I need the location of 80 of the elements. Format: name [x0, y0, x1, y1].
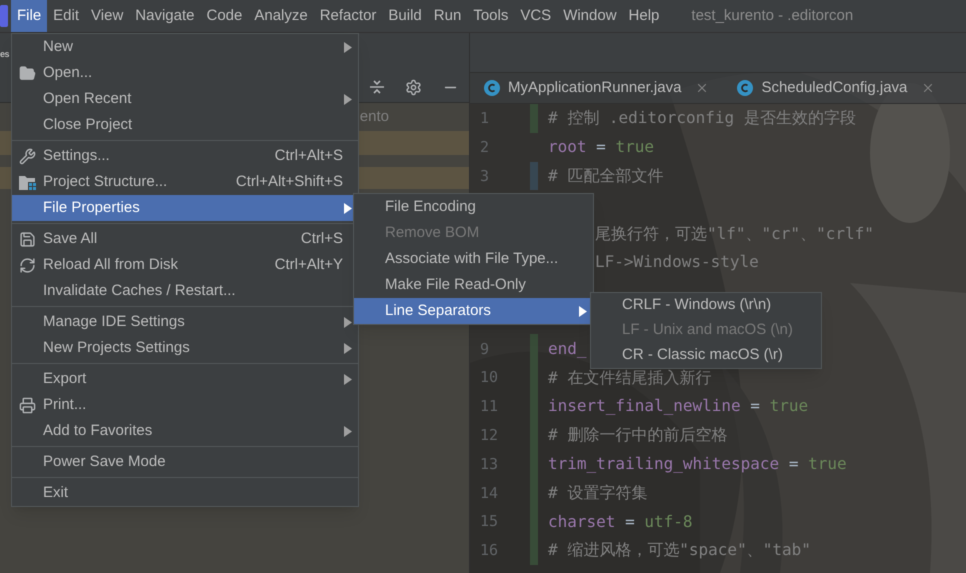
line-number: 11: [480, 396, 498, 418]
line-number: 15: [480, 511, 498, 532]
menu-item[interactable]: New Projects Settings: [12, 335, 358, 361]
menu-bar-item[interactable]: View: [85, 0, 130, 32]
tool-window-tab[interactable]: es: [0, 48, 10, 62]
menu-item[interactable]: CRLF - Windows (\r\n): [591, 293, 821, 318]
menu-bar-item[interactable]: Run: [428, 0, 468, 32]
settings-icon[interactable]: [405, 78, 422, 96]
submenu-arrow-icon: [344, 94, 352, 104]
line-number: 13: [480, 454, 498, 475]
menu-item[interactable]: Add to Favorites: [12, 418, 358, 444]
menu-item[interactable]: Make File Read-Only: [354, 272, 593, 298]
menu-bar-item[interactable]: File: [11, 0, 48, 32]
folder-icon: [19, 64, 36, 82]
menu-bar-item[interactable]: Build: [382, 0, 428, 32]
collapse-all-icon[interactable]: [369, 79, 385, 95]
editor-tab[interactable]: ScheduledConfig.java: [723, 73, 950, 103]
menu-item[interactable]: Export: [12, 366, 358, 392]
save-icon: [19, 230, 36, 248]
menu-item[interactable]: Associate with File Type...: [354, 246, 593, 272]
code-line: # 在文件结尾插入新行: [548, 366, 712, 389]
code-line: root = true: [548, 136, 654, 158]
code-line: # 匹配全部文件: [548, 164, 664, 187]
menu-item[interactable]: Exit: [12, 480, 358, 506]
line-number: 10: [480, 367, 498, 388]
class-icon: [737, 80, 754, 96]
tab-label: ScheduledConfig.java: [761, 78, 908, 98]
code-line: LF->Windows-style: [595, 251, 759, 274]
code-line: charset = utf-8: [548, 510, 693, 533]
shortcut: Ctrl+Alt+Y: [274, 254, 343, 275]
menu-bar-item[interactable]: Refactor: [314, 0, 382, 32]
wrench-icon: [19, 148, 36, 164]
menu-item[interactable]: Close Project: [12, 112, 358, 138]
menu-item[interactable]: Open Recent: [12, 86, 358, 112]
menu-bar-item[interactable]: Code: [200, 0, 248, 32]
menu-item[interactable]: Settings... Ctrl+Alt+S: [12, 143, 358, 169]
menu-item[interactable]: CR - Classic macOS (\r): [591, 343, 821, 368]
code-line: # 删除一行中的前后空格: [548, 424, 728, 446]
menu-bar-item[interactable]: Window: [557, 0, 623, 32]
line-number: 12: [480, 424, 498, 446]
submenu-arrow-icon: [344, 316, 352, 328]
submenu-arrow-icon: [344, 374, 352, 384]
menu-item[interactable]: New: [12, 34, 358, 60]
menu-item[interactable]: Open...: [12, 60, 358, 86]
tab-label: MyApplicationRunner.java: [508, 78, 682, 98]
submenu-arrow-icon: [344, 202, 352, 214]
menu-item[interactable]: Print...: [12, 392, 358, 418]
menu-bar-item[interactable]: Analyze: [248, 0, 314, 32]
printer-icon: [19, 396, 36, 414]
code-line: # 缩进风格，可选"space"、"tab": [548, 539, 811, 562]
app-logo-icon: [0, 5, 8, 27]
menu-bar-item[interactable]: Navigate: [129, 0, 200, 32]
submenu-arrow-icon: [344, 42, 352, 52]
menu-item[interactable]: Project Structure... Ctrl+Alt+Shift+S: [12, 169, 358, 195]
menu-bar-item[interactable]: VCS: [514, 0, 558, 32]
code-line: insert_final_newline = true: [548, 395, 808, 418]
tree-item-text: ento: [360, 106, 389, 127]
submenu-arrow-icon: [579, 306, 587, 316]
shortcut: Ctrl+S: [300, 228, 343, 249]
line-number: 14: [480, 482, 498, 504]
menu-bar-item[interactable]: Edit: [47, 0, 86, 32]
code-line: # 设置字符集: [548, 482, 648, 504]
window-title: test_kurento - .editorcon: [691, 6, 854, 26]
shortcut: Ctrl+Alt+S: [274, 146, 343, 166]
class-icon: [484, 80, 500, 96]
line-number: 16: [480, 540, 498, 562]
code-line: trim_trailing_whitespace = true: [548, 452, 847, 475]
editor-tab[interactable]: MyApplicationRunner.java: [470, 73, 724, 103]
shortcut: Ctrl+Alt+Shift+S: [236, 172, 343, 192]
menu-item[interactable]: Line Separators: [354, 298, 593, 324]
menu-item[interactable]: Power Save Mode: [12, 449, 358, 475]
menu-bar-item[interactable]: Tools: [467, 0, 514, 32]
submenu-arrow-icon: [344, 342, 352, 354]
menu-bar-item[interactable]: Help: [622, 0, 666, 32]
code-line: end_: [548, 338, 587, 360]
reload-icon: [19, 256, 36, 274]
project-structure-icon: [18, 174, 36, 190]
submenu-arrow-icon: [344, 426, 352, 436]
code-line: 尾换行符，可选"lf"、"cr"、"crlf": [595, 222, 874, 245]
code-line: # 控制 .editorconfig 是否生效的字段: [548, 107, 856, 130]
